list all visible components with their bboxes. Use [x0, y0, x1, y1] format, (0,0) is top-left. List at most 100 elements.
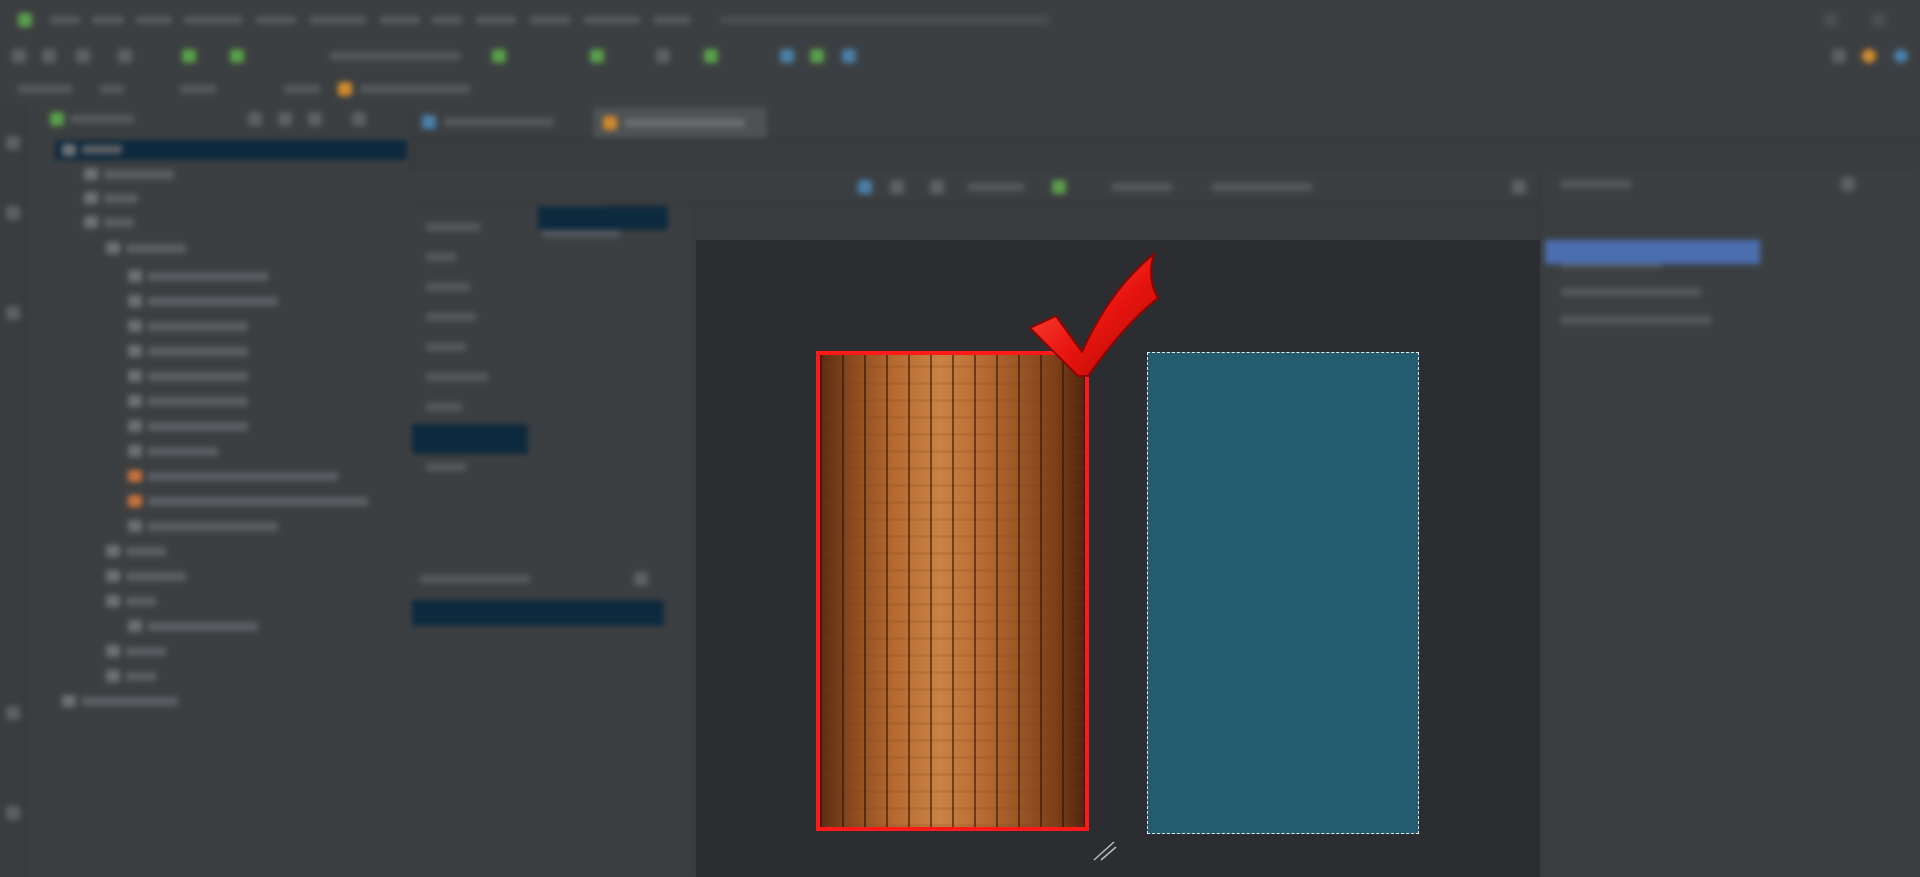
palette-category[interactable] [426, 463, 466, 471]
undo-icon[interactable] [118, 49, 132, 63]
settings-icon[interactable] [1832, 49, 1846, 63]
tree-item[interactable] [82, 145, 122, 154]
build-icon[interactable] [182, 49, 196, 63]
device-icon[interactable] [842, 49, 856, 63]
project-view-dropdown[interactable] [70, 115, 134, 123]
sdk-manager-icon[interactable] [780, 49, 794, 63]
search-everywhere-icon[interactable] [1894, 49, 1908, 63]
component-tree-selected[interactable] [412, 600, 664, 626]
layout-preview-wood-background[interactable] [816, 351, 1089, 831]
tree-item[interactable] [126, 672, 156, 681]
palette-category[interactable] [426, 313, 476, 321]
update-badge-icon[interactable] [1862, 49, 1876, 63]
make-icon[interactable] [230, 49, 244, 63]
palette-widget-selected[interactable] [538, 206, 668, 230]
attribute-row-selected[interactable] [1545, 240, 1760, 264]
tab-main-activity[interactable] [444, 118, 554, 126]
palette-category[interactable] [426, 373, 488, 381]
breadcrumb-item[interactable] [284, 85, 320, 93]
settings-icon[interactable] [308, 112, 322, 126]
attach-icon[interactable] [704, 49, 718, 63]
structure-tool-icon[interactable] [6, 206, 20, 220]
menu-item[interactable] [380, 16, 420, 24]
palette-category[interactable] [426, 343, 466, 351]
blueprint-view-icon[interactable] [890, 180, 904, 194]
palette-category[interactable] [426, 403, 462, 411]
palette-category-selected[interactable] [412, 424, 528, 454]
device-dropdown[interactable] [968, 183, 1024, 191]
menu-item[interactable] [530, 16, 570, 24]
design-view-icon[interactable] [858, 180, 872, 194]
tree-item[interactable] [148, 497, 368, 506]
debug-icon[interactable] [590, 49, 604, 63]
drawable-icon [128, 295, 142, 307]
avd-manager-icon[interactable] [810, 49, 824, 63]
favorites-tool-icon[interactable] [6, 806, 20, 820]
run-config-dropdown[interactable] [330, 52, 460, 60]
menu-item[interactable] [184, 16, 242, 24]
palette-category[interactable] [426, 283, 470, 291]
tree-item[interactable] [126, 244, 186, 253]
theme-dropdown[interactable] [1112, 183, 1172, 191]
profile-icon[interactable] [656, 49, 670, 63]
tree-item[interactable] [126, 597, 156, 606]
error-icon[interactable] [1512, 180, 1526, 194]
tree-item[interactable] [104, 218, 134, 227]
resize-handle-icon[interactable] [1092, 838, 1118, 862]
tree-item[interactable] [148, 272, 268, 281]
tree-item[interactable] [126, 647, 166, 656]
menu-item[interactable] [432, 16, 462, 24]
tree-item[interactable] [148, 397, 248, 406]
tree-item[interactable] [126, 547, 166, 556]
orientation-icon[interactable] [930, 180, 944, 194]
drawable-icon [128, 420, 142, 432]
tree-item[interactable] [148, 322, 248, 331]
open-icon[interactable] [12, 49, 26, 63]
tree-item[interactable] [104, 194, 138, 203]
palette-widget[interactable] [542, 229, 620, 237]
tree-item[interactable] [148, 447, 218, 456]
scroll-from-source-icon[interactable] [278, 112, 292, 126]
tree-item[interactable] [148, 297, 278, 306]
tree-item[interactable] [148, 522, 278, 531]
project-tool-icon[interactable] [6, 136, 20, 150]
sync-icon[interactable] [76, 49, 90, 63]
menu-item[interactable] [476, 16, 516, 24]
palette-category[interactable] [426, 253, 456, 261]
gear-icon[interactable] [1841, 177, 1855, 191]
tree-item[interactable] [148, 422, 248, 431]
breadcrumb-item[interactable] [18, 85, 72, 93]
layout-preview-blueprint[interactable] [1147, 352, 1419, 834]
api-level-icon[interactable] [1052, 180, 1066, 194]
run-icon[interactable] [492, 49, 506, 63]
tree-item[interactable] [148, 472, 338, 481]
activity-dropdown[interactable] [1212, 183, 1312, 191]
menu-item[interactable] [654, 16, 690, 24]
breadcrumb-item[interactable] [180, 85, 216, 93]
tab-layout-xml[interactable] [594, 108, 766, 138]
menu-item[interactable] [136, 16, 172, 24]
attributes-title [1561, 180, 1631, 188]
tree-item[interactable] [148, 622, 258, 631]
tree-item[interactable] [148, 372, 248, 381]
menu-item[interactable] [92, 16, 124, 24]
tree-item[interactable] [148, 347, 248, 356]
menu-item[interactable] [584, 16, 640, 24]
build-variants-tool-icon[interactable] [6, 706, 20, 720]
captures-tool-icon[interactable] [6, 306, 20, 320]
palette-category[interactable] [426, 223, 480, 231]
close-icon[interactable] [1872, 13, 1886, 27]
minimize-icon[interactable] [1824, 13, 1838, 27]
tree-item[interactable] [126, 572, 186, 581]
menu-item[interactable] [310, 16, 366, 24]
menu-item[interactable] [50, 16, 80, 24]
gear-icon[interactable] [634, 572, 648, 586]
breadcrumb-item[interactable] [360, 85, 470, 93]
menu-item[interactable] [256, 16, 296, 24]
tree-item[interactable] [104, 170, 174, 179]
collapse-icon[interactable] [248, 112, 262, 126]
tree-item[interactable] [82, 697, 178, 706]
breadcrumb-item[interactable] [100, 85, 124, 93]
save-icon[interactable] [42, 49, 56, 63]
hide-icon[interactable] [352, 112, 366, 126]
